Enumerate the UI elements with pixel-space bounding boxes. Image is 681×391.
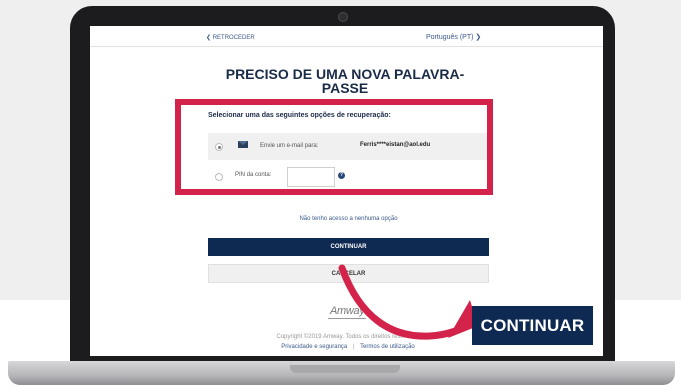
amway-logo: Amway bbox=[330, 305, 365, 317]
continue-callout-button[interactable]: CONTINUAR bbox=[472, 306, 593, 345]
page-title: PRECISO DE UMA NOVA PALAVRA-PASSE bbox=[225, 66, 465, 96]
language-selector[interactable]: Português (PT) ❯ bbox=[426, 33, 481, 41]
footer-links: Privacidade e segurança | Termos de util… bbox=[258, 344, 438, 350]
cancel-button[interactable]: CANCELAR bbox=[208, 264, 489, 283]
continue-button[interactable]: CONTINUAR bbox=[208, 238, 489, 256]
logo-underline bbox=[328, 318, 366, 319]
copyright-text: Copyright ©2019 Amway. Todos os direitos… bbox=[276, 334, 424, 340]
highlight-frame bbox=[175, 99, 493, 195]
footer-separator: | bbox=[352, 344, 355, 350]
privacy-link[interactable]: Privacidade e segurança bbox=[281, 344, 347, 350]
laptop-base-notch bbox=[290, 365, 400, 373]
back-link[interactable]: ❮ RETROCEDER bbox=[206, 34, 255, 41]
terms-link[interactable]: Termos de utilização bbox=[360, 344, 415, 350]
camera-icon bbox=[338, 12, 348, 22]
no-access-link[interactable]: Não tenho acesso a nenhuma opção bbox=[208, 216, 489, 222]
header-divider bbox=[90, 46, 603, 47]
